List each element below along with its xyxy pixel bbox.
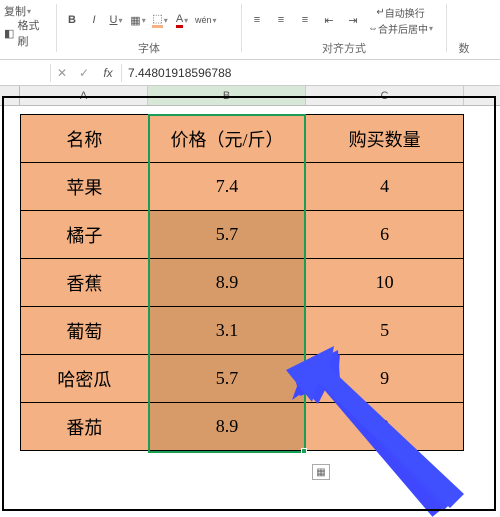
divider xyxy=(446,4,447,52)
header-qty[interactable]: 购买数量 xyxy=(306,115,464,163)
header-name[interactable]: 名称 xyxy=(21,115,149,163)
italic-button[interactable]: I xyxy=(85,11,103,29)
col-header-b[interactable]: B xyxy=(148,86,306,105)
wrap-text-button[interactable]: ↵ 自动换行 xyxy=(368,5,433,19)
cell-price[interactable]: 8.9 xyxy=(148,403,306,451)
fx-button[interactable]: fx xyxy=(95,66,121,80)
table-row: 苹果 7.4 4 xyxy=(21,163,464,211)
header-price[interactable]: 价格（元/斤） xyxy=(148,115,306,163)
select-all-corner[interactable] xyxy=(0,86,20,105)
cell-name[interactable]: 香蕉 xyxy=(21,259,149,307)
font-group: B I U▾ ▦▾ ⬚▾ A▾ wén▾ 字体 xyxy=(59,0,239,59)
cell-price[interactable]: 7.4 xyxy=(148,163,306,211)
cell-qty[interactable]: 2 xyxy=(306,403,464,451)
table-row: 葡萄 3.1 5 xyxy=(21,307,464,355)
font-group-label: 字体 xyxy=(138,38,160,57)
confirm-button[interactable]: ✓ xyxy=(73,66,95,80)
spreadsheet-app: 复制▾ ◧ 格式刷 B I U▾ ▦▾ ⬚▾ A▾ wén▾ 字体 ≡ ≡ ≡ xyxy=(0,0,500,517)
table-row: 橘子 5.7 6 xyxy=(21,211,464,259)
table-header-row: 名称 价格（元/斤） 购买数量 xyxy=(21,115,464,163)
clipboard-label xyxy=(25,42,28,57)
grid: 名称 价格（元/斤） 购买数量 苹果 7.4 4 橘子 5.7 6 香蕉 8.9 xyxy=(0,106,500,517)
border-button[interactable]: ▦▾ xyxy=(129,11,147,29)
divider xyxy=(56,4,57,52)
align-mid-icon[interactable]: ≡ xyxy=(272,11,290,29)
cancel-button[interactable]: ✕ xyxy=(51,66,73,80)
ribbon: 复制▾ ◧ 格式刷 B I U▾ ▦▾ ⬚▾ A▾ wén▾ 字体 ≡ ≡ ≡ xyxy=(0,0,500,60)
formula-bar: ✕ ✓ fx 7.44801918596788 xyxy=(0,60,500,86)
cell-price[interactable]: 8.9 xyxy=(148,259,306,307)
underline-button[interactable]: U▾ xyxy=(107,11,125,29)
table-row: 香蕉 8.9 10 xyxy=(21,259,464,307)
col-header-c[interactable]: C xyxy=(306,86,464,105)
font-color-button[interactable]: A▾ xyxy=(173,11,191,29)
cell-name[interactable]: 苹果 xyxy=(21,163,149,211)
cell-name[interactable]: 番茄 xyxy=(21,403,149,451)
cell-price[interactable]: 5.7 xyxy=(148,355,306,403)
cell-qty[interactable]: 4 xyxy=(306,163,464,211)
cell-name[interactable]: 橘子 xyxy=(21,211,149,259)
clipboard-group: 复制▾ ◧ 格式刷 xyxy=(0,0,54,59)
cell-price[interactable]: 3.1 xyxy=(148,307,306,355)
cell-price[interactable]: 5.7 xyxy=(148,211,306,259)
cell-qty[interactable]: 5 xyxy=(306,307,464,355)
table-row: 哈密瓜 5.7 9 xyxy=(21,355,464,403)
align-group-label: 对齐方式 xyxy=(322,38,366,57)
alignment-group: ≡ ≡ ≡ ⇤ ⇥ ↵ 自动换行 ⇔ 合并后居中▾ 对齐方式 xyxy=(244,0,444,59)
cells-area[interactable]: 名称 价格（元/斤） 购买数量 苹果 7.4 4 橘子 5.7 6 香蕉 8.9 xyxy=(20,106,480,451)
merge-center-button[interactable]: ⇔ 合并后居中▾ xyxy=(368,21,433,35)
indent-dec-icon[interactable]: ⇤ xyxy=(320,11,338,29)
cell-qty[interactable]: 9 xyxy=(306,355,464,403)
number-group: 数 xyxy=(449,0,479,59)
col-header-a[interactable]: A xyxy=(20,86,148,105)
phonetic-button[interactable]: wén▾ xyxy=(195,11,217,29)
column-headers: A B C xyxy=(0,86,500,106)
cell-name[interactable]: 葡萄 xyxy=(21,307,149,355)
fill-color-button[interactable]: ⬚▾ xyxy=(151,11,169,29)
formula-value[interactable]: 7.44801918596788 xyxy=(122,66,500,80)
format-painter-button[interactable]: ◧ 格式刷 xyxy=(4,24,50,42)
cell-qty[interactable]: 6 xyxy=(306,211,464,259)
table-row: 番茄 8.9 2 xyxy=(21,403,464,451)
cell-name[interactable]: 哈密瓜 xyxy=(21,355,149,403)
divider xyxy=(241,4,242,52)
indent-inc-icon[interactable]: ⇥ xyxy=(344,11,362,29)
cell-qty[interactable]: 10 xyxy=(306,259,464,307)
align-top-icon[interactable]: ≡ xyxy=(248,11,266,29)
paste-options-button[interactable]: ▦ xyxy=(312,464,330,480)
data-table: 名称 价格（元/斤） 购买数量 苹果 7.4 4 橘子 5.7 6 香蕉 8.9 xyxy=(20,114,464,451)
bold-button[interactable]: B xyxy=(63,11,81,29)
number-label: 数 xyxy=(459,38,470,57)
align-bot-icon[interactable]: ≡ xyxy=(296,11,314,29)
